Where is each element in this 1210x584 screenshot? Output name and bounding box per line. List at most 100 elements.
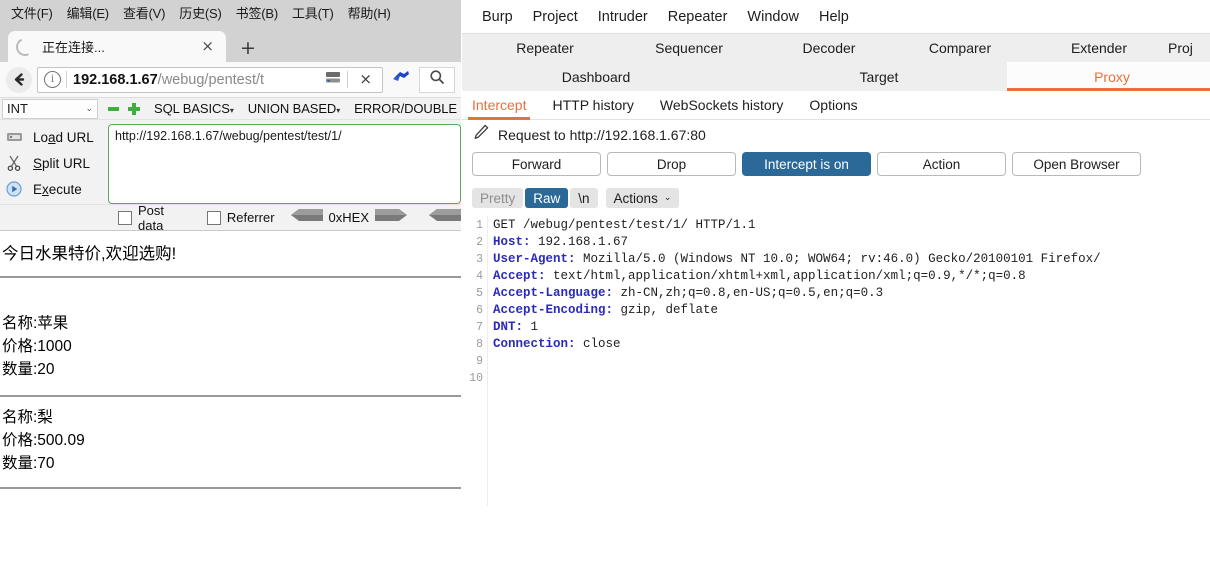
hex-encode-arrow-icon[interactable]: [375, 208, 407, 227]
product-1-name: 名称:苹果: [2, 315, 69, 332]
request-line: Accept: text/html,application/xhtml+xml,…: [493, 268, 1210, 285]
editor-actions-label: Actions: [613, 190, 658, 206]
burp-menu-project[interactable]: Project: [523, 9, 588, 25]
execute-pre: E: [33, 181, 43, 197]
request-header-name: Accept-Encoding:: [493, 303, 614, 317]
request-header-value: 1: [523, 320, 539, 334]
open-browser-button[interactable]: Open Browser: [1012, 152, 1141, 176]
forward-button[interactable]: Forward: [472, 152, 601, 176]
burp-menu-window[interactable]: Window: [737, 9, 809, 25]
subtab-websockets-history[interactable]: WebSockets history: [660, 91, 783, 120]
menu-item-tools[interactable]: 工具(T): [285, 1, 341, 24]
pretty-view-button[interactable]: Pretty: [472, 188, 524, 208]
hackbar-extension-icon[interactable]: [391, 68, 411, 91]
union-based-button[interactable]: UNION BASED▾: [248, 101, 341, 116]
split-url-label: Split URL: [33, 156, 90, 171]
request-line: Accept-Encoding: gzip, deflate: [493, 302, 1210, 319]
tab-decoder[interactable]: Decoder: [768, 34, 890, 62]
burp-menu-help[interactable]: Help: [809, 9, 859, 25]
line-number: 8: [476, 338, 483, 351]
line-number: 2: [476, 236, 483, 249]
editor-actions-button[interactable]: Actions ⌄: [605, 188, 680, 208]
menu-item-edit[interactable]: 编辑(E): [60, 1, 116, 24]
execute-mnemonic: x: [42, 181, 49, 197]
info-icon[interactable]: i: [44, 71, 61, 88]
error-double-button[interactable]: ERROR/DOUBLE: [354, 101, 457, 116]
menu-item-help[interactable]: 帮助(H): [341, 1, 398, 24]
line-number: 6: [476, 304, 483, 317]
menu-item-history[interactable]: 历史(S): [172, 1, 228, 24]
request-header-value: close: [575, 337, 621, 351]
chevron-down-icon: ⌄: [85, 103, 93, 114]
hex-decode-arrow-icon[interactable]: [290, 208, 323, 227]
request-header-value: 192.168.1.67: [530, 235, 629, 249]
url-bar[interactable]: i 192.168.1.67/webug/pentest/t ×: [37, 66, 383, 93]
execute-action[interactable]: Execute: [4, 176, 108, 202]
urlbar-divider: [66, 71, 67, 88]
subtab-http-history[interactable]: HTTP history: [552, 91, 633, 120]
tab-dashboard[interactable]: Dashboard: [480, 62, 712, 91]
firefox-navbar: i 192.168.1.67/webug/pentest/t ×: [0, 62, 461, 98]
browser-tab[interactable]: 正在连接... ×: [8, 31, 226, 62]
newline-toggle-button[interactable]: \n: [570, 188, 598, 208]
product-1-qty: 数量:20: [2, 361, 55, 378]
burp-tabs-row-1: Repeater Sequencer Decoder Comparer Exte…: [462, 33, 1210, 62]
intercept-toggle-button[interactable]: Intercept is on: [742, 152, 871, 176]
stop-loading-icon[interactable]: ×: [353, 72, 378, 87]
line-number: 5: [476, 287, 483, 300]
request-line: Host: 192.168.1.67: [493, 234, 1210, 251]
execute-post: ecute: [48, 181, 82, 197]
minus-icon[interactable]: [108, 106, 119, 111]
close-icon[interactable]: ×: [197, 39, 218, 54]
request-code[interactable]: GET /webug/pentest/test/1/ HTTP/1.1 Host…: [488, 216, 1210, 506]
request-header-value: text/html,application/xhtml+xml,applicat…: [545, 269, 1026, 283]
burp-menu-repeater[interactable]: Repeater: [658, 9, 738, 25]
load-url-post: d URL: [55, 129, 94, 145]
raw-view-button[interactable]: Raw: [525, 188, 569, 208]
urlbar-divider-2: [347, 71, 349, 88]
request-line-value: GET /webug/pentest/test/1/ HTTP/1.1: [493, 218, 756, 232]
burp-tabs-row-2: Dashboard Target Proxy: [462, 62, 1210, 91]
burp-menu-intruder[interactable]: Intruder: [588, 9, 658, 25]
load-url-label: Load URL: [33, 130, 94, 145]
subtab-options[interactable]: Options: [809, 91, 857, 120]
screen-root: 文件(F) 编辑(E) 查看(V) 历史(S) 书签(B) 工具(T) 帮助(H…: [0, 0, 1210, 584]
tab-project-options[interactable]: Proj: [1168, 34, 1210, 62]
request-line: Connection: close: [493, 336, 1210, 353]
request-line: GET /webug/pentest/test/1/ HTTP/1.1: [493, 217, 1210, 234]
url-decode-arrow-icon[interactable]: [429, 208, 461, 227]
search-box[interactable]: [419, 66, 455, 93]
firefox-menubar: 文件(F) 编辑(E) 查看(V) 历史(S) 书签(B) 工具(T) 帮助(H…: [0, 0, 461, 26]
plus-icon[interactable]: [128, 102, 140, 115]
hackbar-type-select[interactable]: INT ⌄: [2, 98, 98, 119]
post-data-checkbox[interactable]: Post data: [112, 203, 185, 233]
referrer-checkbox[interactable]: Referrer: [201, 210, 275, 225]
tab-sequencer[interactable]: Sequencer: [610, 34, 768, 62]
tab-extender[interactable]: Extender: [1030, 34, 1168, 62]
product-2-price: 价格:500.09: [2, 432, 85, 449]
tab-target[interactable]: Target: [814, 62, 944, 91]
hackbar-url-textarea[interactable]: http://192.168.1.67/webug/pentest/test/1…: [108, 124, 461, 204]
menu-item-file[interactable]: 文件(F): [4, 1, 60, 24]
new-tab-button[interactable]: +: [240, 39, 256, 58]
tab-proxy[interactable]: Proxy: [1007, 62, 1210, 91]
tab-repeater[interactable]: Repeater: [480, 34, 610, 62]
load-url-action[interactable]: Load URL: [4, 124, 108, 150]
subtab-intercept[interactable]: Intercept: [467, 91, 532, 120]
request-header-name: Connection:: [493, 337, 576, 351]
split-url-action[interactable]: Split URL: [4, 150, 108, 176]
tab-comparer[interactable]: Comparer: [890, 34, 1030, 62]
sql-basics-button[interactable]: SQL BASICS▾: [154, 101, 234, 116]
request-info-text: Request to http://192.168.1.67:80: [498, 126, 706, 143]
menu-item-view[interactable]: 查看(V): [116, 1, 172, 24]
request-editor[interactable]: 1 2 3 4 5 6 7 8 9 10 GET /webug/pentest/…: [462, 216, 1210, 506]
burp-menu-burp[interactable]: Burp: [472, 9, 523, 25]
product-item-1: 名称:苹果 价格:1000 数量:20: [0, 278, 461, 395]
action-button[interactable]: Action: [877, 152, 1006, 176]
burp-menubar: Burp Project Intruder Repeater Window He…: [462, 0, 1210, 33]
menu-item-bookmarks[interactable]: 书签(B): [229, 1, 285, 24]
server-icon[interactable]: [324, 69, 342, 90]
line-number-gutter: 1 2 3 4 5 6 7 8 9 10: [462, 216, 488, 506]
back-button[interactable]: [6, 66, 32, 93]
drop-button[interactable]: Drop: [607, 152, 736, 176]
